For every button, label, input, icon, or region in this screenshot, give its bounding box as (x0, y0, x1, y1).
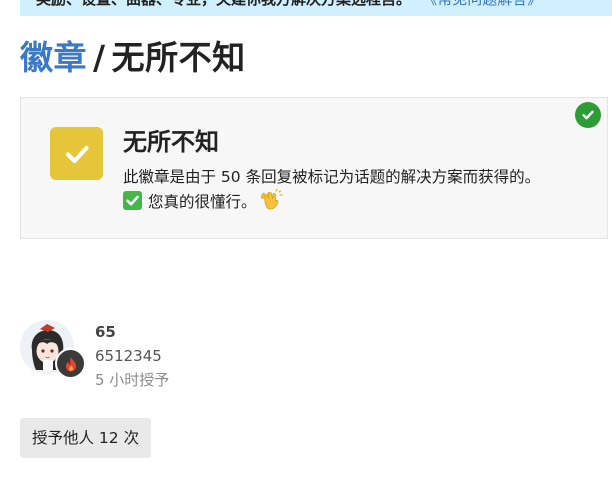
granted-timestamp: 5 小时授予 (95, 371, 170, 389)
badge-page: 奖励、设置、曲器、专业，关建你我方解决方案选程宫。 《常见问题解答》 徽章/无所… (0, 0, 612, 500)
fire-icon (55, 348, 86, 379)
breadcrumb-current: 无所不知 (111, 38, 246, 77)
white-check-mark-emoji-icon (123, 191, 142, 210)
notice-banner: 奖励、设置、曲器、专业，关建你我方解决方案选程宫。 《常见问题解答》 (20, 0, 612, 16)
badge-description-line2-wrap: 您真的很懂行。 (123, 189, 593, 218)
banner-text: 奖励、设置、曲器、专业，关建你我方解决方案选程宫。 (36, 0, 411, 8)
breadcrumb-badges-link[interactable]: 徽章 (20, 38, 87, 77)
page-title: 徽章 / 无所不知 (20, 36, 246, 80)
clapping-hands-emoji-icon (259, 189, 283, 218)
recipient-username[interactable]: 65 (95, 322, 116, 342)
badge-icon (50, 127, 103, 180)
badge-description-line2: 您真的很懂行。 (148, 193, 257, 211)
checkmark-icon (65, 145, 89, 163)
badge-name: 无所不知 (123, 128, 219, 156)
badge-description-line1: 此徽章是由于 50 条回复被标记为话题的解决方案而获得的。 (123, 168, 541, 186)
badge-card: 无所不知 此徽章是由于 50 条回复被标记为话题的解决方案而获得的。 您真的很懂… (20, 97, 608, 239)
breadcrumb-separator: / (93, 38, 106, 77)
check-circle-icon (575, 102, 601, 128)
badge-description: 此徽章是由于 50 条回复被标记为话题的解决方案而获得的。 您真的很懂行。 (123, 166, 593, 218)
faq-link[interactable]: 《常见问题解答》 (422, 0, 542, 8)
recipient-title: 6512345 (95, 347, 162, 365)
badge-recipient-card[interactable]: 65 6512345 5 小时授予 (20, 318, 320, 398)
granted-to-others-button[interactable]: 授予他人 12 次 (20, 418, 152, 458)
